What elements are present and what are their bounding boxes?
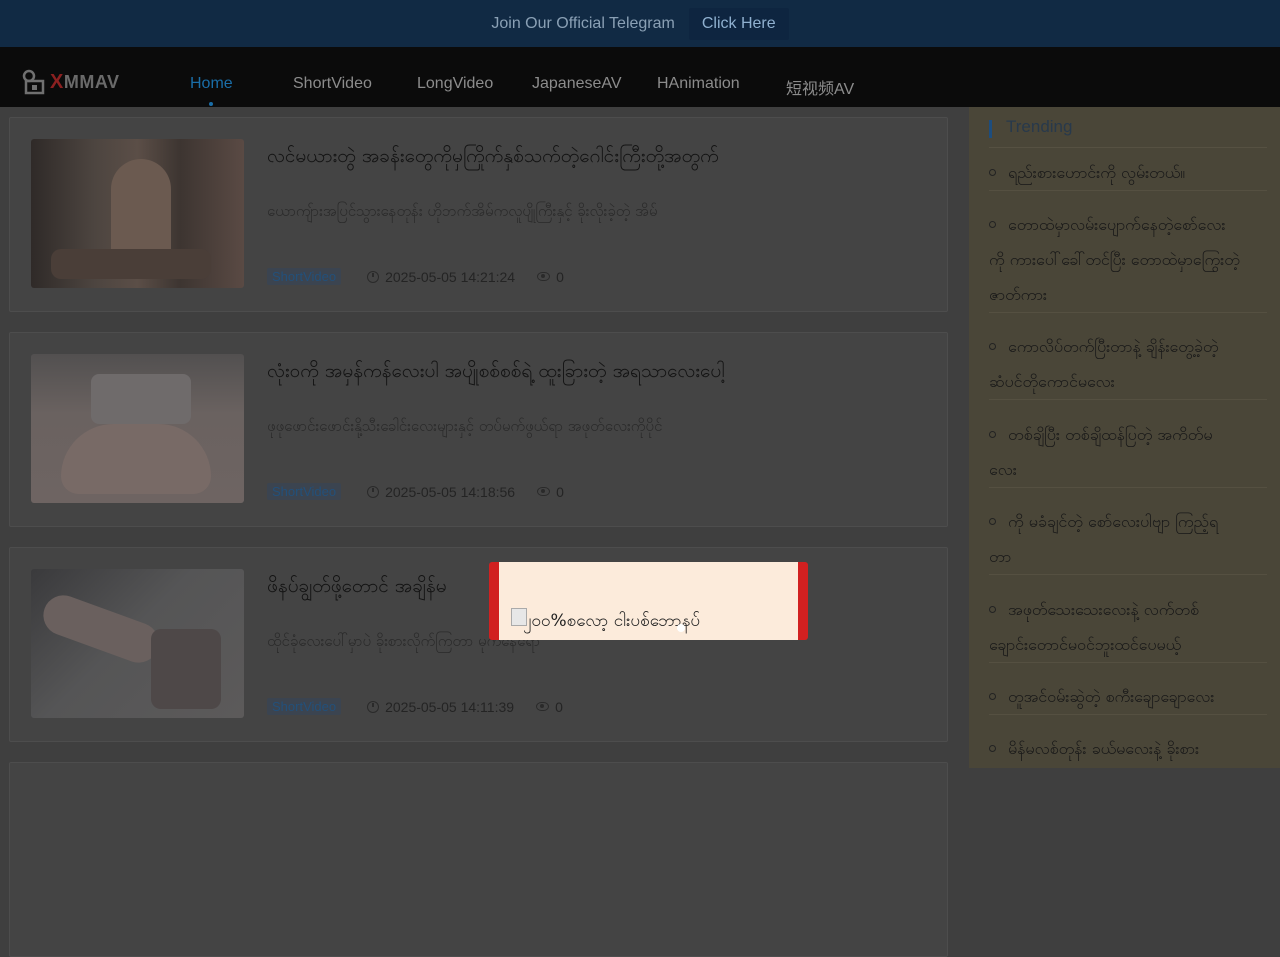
video-card[interactable]: လုံးဝကို အမှန်ကန်လေးပါ အပျိုစစ်စစ်ရဲ့ ထူ…	[9, 332, 948, 527]
trending-item[interactable]: အဖုတ်သေးသေးလေးနဲ့ လက်တစ် ချောင်းတောင်မဝင်…	[989, 592, 1267, 663]
video-time: 2025-05-05 14:11:39	[385, 698, 515, 715]
eye-icon	[537, 487, 551, 496]
eye-icon	[536, 702, 550, 711]
telegram-banner-text: Join Our Official Telegram	[491, 14, 675, 32]
bullet-icon	[989, 745, 996, 752]
bullet-icon	[989, 169, 996, 176]
trending-item[interactable]: တောထဲမှာလမ်းပျောက်နေတဲ့စော်လေး ကို ကားပေါ…	[989, 207, 1267, 313]
site-logo[interactable]: XMMAV	[22, 69, 120, 95]
view-count: 0	[556, 483, 564, 500]
clock-icon	[367, 270, 380, 283]
nav-hanimation[interactable]: HAnimation	[657, 75, 740, 93]
video-title[interactable]: လင်မယားတွဲ အခန်းတွေကိုမှကြိုက်နှစ်သက်တဲ့…	[267, 144, 719, 172]
video-description: ဖုဖုဖောင်းဖောင်းနို့သီးခေါင်းလေးများနှင့…	[267, 417, 663, 435]
ad-image-alt[interactable]: ၂၀၀%စလော့ ငါးပစ်ဘောနပ်	[523, 610, 700, 635]
nav-home[interactable]: Home	[190, 75, 233, 93]
ad-dot-indicator	[677, 624, 685, 632]
ad-popup-body[interactable]: ၂၀၀%စလော့ ငါးပစ်ဘောနပ်	[499, 562, 798, 640]
view-count: 0	[556, 268, 564, 285]
main-navbar: XMMAV Home ShortVideo LongVideo Japanese…	[0, 47, 1280, 140]
bullet-icon	[989, 343, 996, 350]
nav-longvideo[interactable]: LongVideo	[417, 75, 493, 93]
bullet-icon	[989, 606, 996, 613]
trending-item[interactable]: တစ်ချိပြီး တစ်ချိထန်ပြတဲ့ အကိတ်မ လေး	[989, 417, 1267, 488]
video-thumbnail[interactable]	[31, 354, 244, 503]
active-nav-indicator	[209, 102, 213, 106]
bullet-icon	[989, 431, 996, 438]
video-meta: ShortVideo 2025-05-05 14:11:39 0	[267, 698, 563, 715]
video-title[interactable]: ဖိနပ်ချွတ်ဖို့တောင် အချိန်မ	[267, 574, 447, 602]
video-card[interactable]: လင်မယားတွဲ အခန်းတွေကိုမှကြိုက်နှစ်သက်တဲ့…	[9, 117, 948, 312]
video-meta: ShortVideo 2025-05-05 14:18:56 0	[267, 483, 564, 500]
trending-item[interactable]: တူအင်ဝမ်းဆွဲတဲ့ စကီးချောချောလေး	[989, 679, 1267, 715]
clock-icon	[367, 700, 380, 713]
trending-item[interactable]: ကောလိပ်တက်ပြီးတာနဲ့ ချိန်းတွေ့ခဲ့တဲ့ ဆံပင…	[989, 329, 1267, 400]
video-title[interactable]: လုံးဝကို အမှန်ကန်လေးပါ အပျိုစစ်စစ်ရဲ့ ထူ…	[267, 359, 724, 387]
trending-accent-bar	[989, 120, 992, 138]
telegram-click-button[interactable]: Click Here	[688, 7, 789, 40]
trending-item[interactable]: ရည်းစားဟောင်းကို လွမ်းတယ်။	[989, 155, 1267, 191]
trending-header: Trending	[989, 115, 1267, 148]
logo-icon	[22, 69, 45, 95]
video-time: 2025-05-05 14:18:56	[385, 483, 516, 500]
category-tag[interactable]: ShortVideo	[267, 268, 342, 285]
video-thumbnail[interactable]	[31, 139, 244, 288]
nav-shortvideo[interactable]: ShortVideo	[293, 75, 372, 93]
category-tag[interactable]: ShortVideo	[267, 698, 342, 715]
telegram-banner: Join Our Official Telegram Click Here	[0, 0, 1280, 47]
trending-item[interactable]: ကို မခံချင်တဲ့ စော်လေးပါဗျာ ကြည့်ရ တာ	[989, 504, 1267, 575]
video-meta: ShortVideo 2025-05-05 14:21:24 0	[267, 268, 564, 285]
nav-japaneseav[interactable]: JapaneseAV	[532, 75, 622, 93]
trending-title: Trending	[1006, 117, 1073, 136]
clock-icon	[367, 485, 380, 498]
video-time: 2025-05-05 14:21:24	[385, 268, 516, 285]
category-tag[interactable]: ShortVideo	[267, 483, 342, 500]
video-list: လင်မယားတွဲ အခန်းတွေကိုမှကြိုက်နှစ်သက်တဲ့…	[0, 107, 968, 957]
nav-short-video-av[interactable]: 短视频AV	[786, 75, 854, 99]
bullet-icon	[989, 693, 996, 700]
video-thumbnail[interactable]	[31, 569, 244, 718]
logo-text: XMMAV	[50, 70, 120, 93]
view-count: 0	[555, 698, 563, 715]
trending-sidebar: Trending ရည်းစားဟောင်းကို လွမ်းတယ်။ တောထ…	[969, 107, 1280, 768]
bullet-icon	[989, 221, 996, 228]
trending-item[interactable]: မိန်မလစ်တုန်း ခယ်မလေးနဲ့ ခိုးစား	[989, 731, 1267, 766]
bullet-icon	[989, 518, 996, 525]
eye-icon	[537, 272, 551, 281]
video-card[interactable]	[9, 762, 948, 957]
ad-popup[interactable]: ၂၀၀%စလော့ ငါးပစ်ဘောနပ်	[489, 562, 808, 640]
video-description: ယောကျ်ားအပြင်သွားနေတုန်း ဟိုဘက်အိမ်ကလူပျ…	[267, 202, 658, 220]
